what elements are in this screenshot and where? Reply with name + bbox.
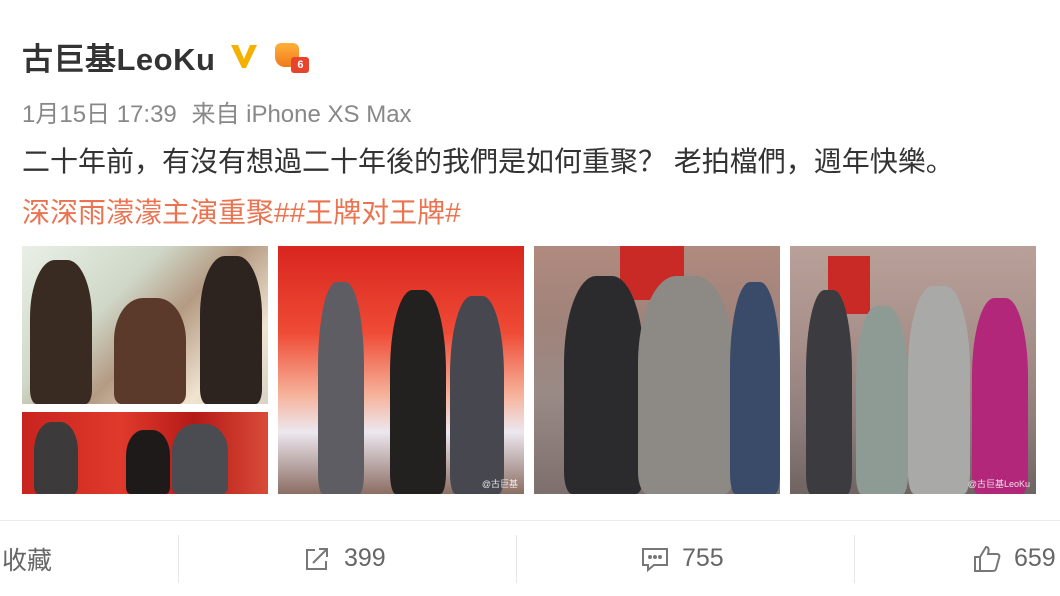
comment-icon (640, 544, 670, 574)
weibo-post: 古巨基LeoKu 6 1月15日 17:39 来自 iPhone XS Max … (0, 0, 1060, 596)
action-separator (854, 535, 855, 583)
thumbs-up-icon (972, 544, 1002, 574)
photo-1[interactable] (22, 246, 268, 494)
photo-grid: @古巨基 @古巨基LeoKu (22, 246, 1060, 494)
post-hashtags[interactable]: 深深雨濛濛主演重聚##王牌对王牌# (22, 191, 461, 231)
photo-2-watermark: @古巨基 (481, 479, 518, 489)
photo-4-watermark: @古巨基LeoKu (967, 479, 1030, 489)
level-number: 6 (291, 57, 310, 73)
author-row: 古巨基LeoKu 6 (22, 34, 310, 79)
post-meta: 1月15日 17:39 来自 iPhone XS Max (22, 94, 412, 129)
photo-1-bottom-image (22, 412, 268, 494)
comment-button[interactable]: 755 (640, 521, 724, 596)
favorite-button[interactable]: 收藏 (2, 521, 52, 596)
photo-3[interactable] (534, 246, 780, 494)
like-count: 659 (1014, 544, 1056, 572)
like-button[interactable]: 659 (972, 521, 1056, 596)
post-source: 来自 iPhone XS Max (191, 101, 412, 128)
photo-2[interactable]: @古巨基 (278, 246, 524, 494)
author-name[interactable]: 古巨基LeoKu (22, 34, 215, 79)
comment-count: 755 (682, 544, 724, 572)
action-separator (516, 535, 517, 583)
repost-button[interactable]: 399 (302, 521, 386, 596)
user-level-icon[interactable]: 6 (273, 39, 310, 73)
photo-4[interactable]: @古巨基LeoKu (790, 246, 1036, 494)
post-time[interactable]: 1月15日 17:39 (22, 101, 177, 128)
verified-v-icon[interactable] (229, 42, 259, 70)
repost-count: 399 (344, 544, 386, 572)
photo-1-separator (22, 404, 268, 412)
photo-1-top-image (22, 246, 268, 404)
action-separator (178, 535, 179, 583)
favorite-label: 收藏 (2, 546, 53, 575)
repost-icon (302, 544, 332, 574)
action-bar: 收藏 399 755 659 (0, 521, 1060, 596)
post-text: 二十年前，有沒有想過二十年後的我們是如何重聚？ 老拍檔們，週年快樂。 (22, 146, 954, 177)
